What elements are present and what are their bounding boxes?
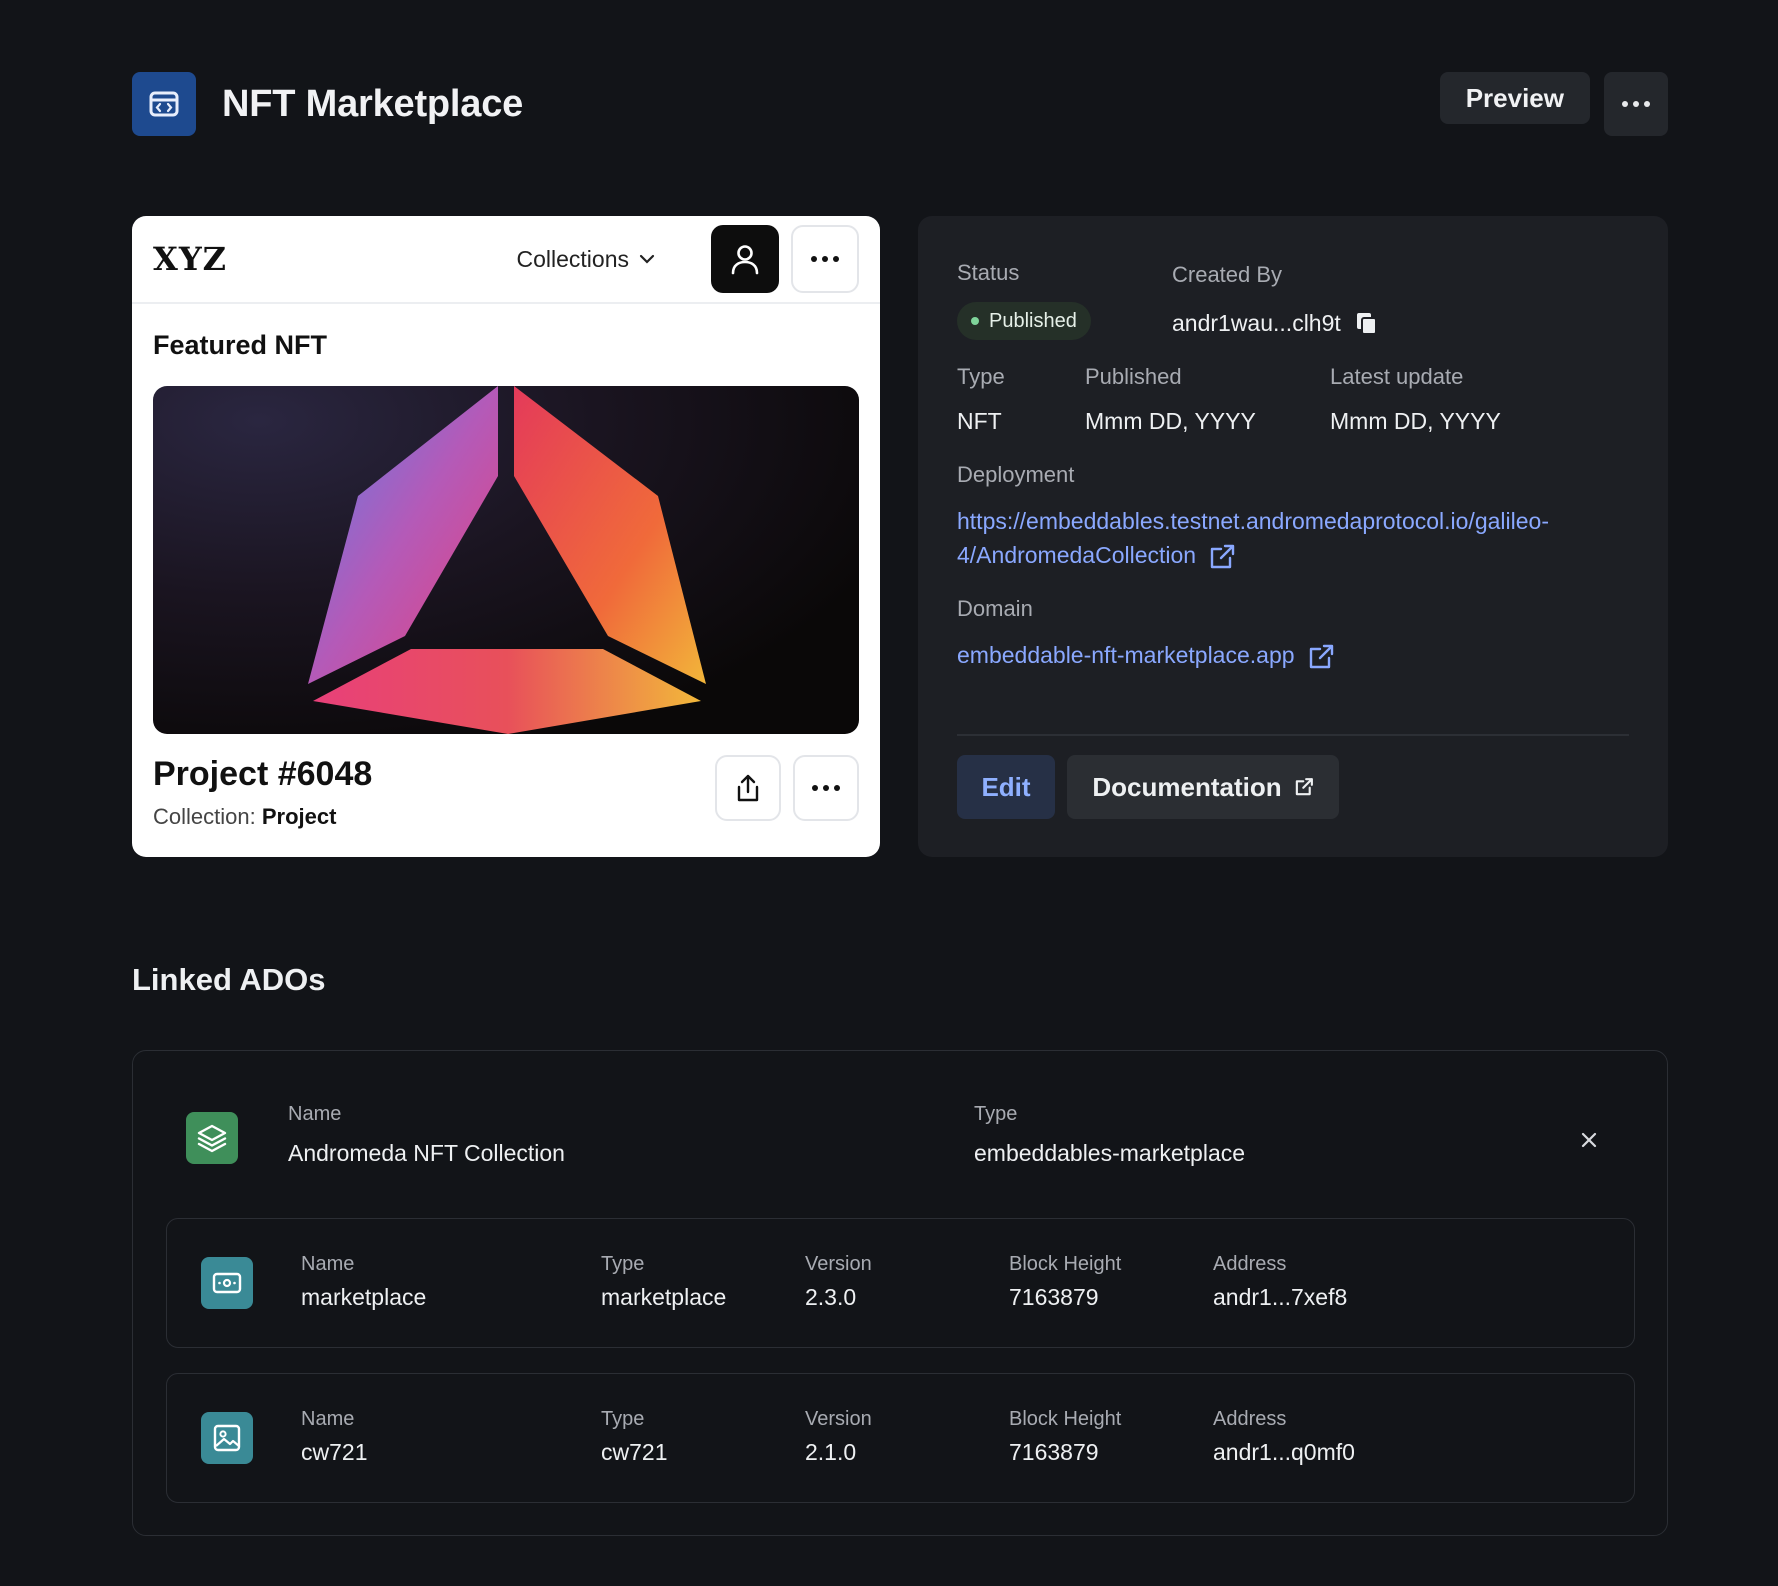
more-options-button[interactable] [1604,72,1668,136]
image-icon [201,1412,253,1464]
copy-icon[interactable] [1355,311,1379,337]
preview-navbar: XYZ Collections [132,216,880,304]
preview-button[interactable]: Preview [1439,72,1590,124]
page-header: NFT Marketplace Preview [132,72,1668,136]
preview-logo: XYZ [153,240,228,278]
deployment-label: Deployment [957,462,1075,487]
nft-more-button[interactable] [793,755,859,821]
user-icon [731,245,759,275]
domain-link[interactable]: embeddable-nft-marketplace.app [957,638,1335,672]
more-horizontal-icon [1622,101,1650,107]
collections-label: Collections [516,245,630,272]
parent-type: embeddables-marketplace [974,1140,1246,1166]
ado-block-height-label: Block Height [1009,1253,1122,1275]
created-by-address: andr1wau...clh9t [1172,310,1341,336]
more-horizontal-icon [812,785,840,791]
status-dot-icon [971,317,979,325]
nft-name: Project #6048 [153,755,373,793]
layers-icon [186,1112,238,1164]
parent-name: Andromeda NFT Collection [288,1140,565,1166]
featured-heading: Featured NFT [153,330,328,360]
nft-collection-name: Project [261,804,337,829]
external-link-icon [1295,778,1313,796]
deployment-link[interactable]: https://embeddables.testnet.andromedapro… [957,504,1637,572]
linked-ado-row-cw721[interactable]: Name cw721 Type cw721 Version 2.1.0 Bloc… [166,1373,1635,1503]
parent-type-label: Type [974,1103,1018,1125]
ado-block-height: 7163879 [1009,1284,1099,1310]
collections-dropdown[interactable]: Collections [517,246,656,273]
nft-image[interactable] [153,386,859,734]
ado-type-label: Type [601,1253,645,1275]
latest-update-label: Latest update [1330,364,1464,389]
type-label: Type [957,364,1005,389]
linked-ado-row-marketplace[interactable]: Name marketplace Type marketplace Versio… [166,1218,1635,1348]
created-by-label: Created By [1172,262,1283,287]
ado-block-height: 7163879 [1009,1439,1099,1465]
ado-name: marketplace [301,1284,427,1310]
divider [957,734,1629,736]
ado-name-label: Name [301,1253,355,1275]
edit-button[interactable]: Edit [957,755,1055,819]
ado-address: andr1...q0mf0 [1213,1439,1355,1465]
ado-type: marketplace [601,1284,727,1310]
ado-version-label: Version [805,1253,872,1275]
close-icon[interactable] [1581,1132,1597,1148]
ado-name-label: Name [301,1408,355,1430]
domain-label: Domain [957,596,1033,621]
embeddable-preview-card: XYZ Collections Featured NFT Project #60… [132,216,880,857]
ado-address-label: Address [1213,1253,1287,1275]
ado-address: andr1...7xef8 [1213,1284,1348,1310]
marketplace-icon [201,1257,253,1309]
external-link-icon [1309,644,1334,669]
ado-type-label: Type [601,1408,645,1430]
share-icon [737,774,759,802]
share-button[interactable] [715,755,781,821]
latest-update-value: Mmm DD, YYYY [1330,408,1501,434]
linked-ados-title: Linked ADOs [132,962,326,997]
published-label: Published [1085,364,1182,389]
ado-version: 2.1.0 [805,1439,857,1465]
preview-more-button[interactable] [791,225,859,293]
more-horizontal-icon [811,256,839,262]
page-title: NFT Marketplace [222,82,524,125]
status-badge: Published [957,302,1091,340]
app-info-panel: Status Published Created By andr1wau...c… [918,216,1668,857]
ado-name: cw721 [301,1439,368,1465]
ado-version-label: Version [805,1408,872,1430]
type-value: NFT [957,408,1002,434]
nft-collection: Collection: Project [153,804,337,829]
ado-block-height-label: Block Height [1009,1408,1122,1430]
external-link-icon [1211,544,1235,569]
status-label: Status [957,260,1020,285]
app-code-icon [132,72,196,136]
published-value: Mmm DD, YYYY [1085,408,1256,434]
parent-name-label: Name [288,1103,342,1125]
chevron-down-icon [639,254,655,264]
ado-address-label: Address [1213,1408,1287,1430]
linked-ados-panel: Name Andromeda NFT Collection Type embed… [132,1050,1668,1536]
ado-type: cw721 [601,1439,668,1465]
documentation-button[interactable]: Documentation [1067,755,1339,819]
ado-version: 2.3.0 [805,1284,857,1310]
user-button[interactable] [711,225,779,293]
